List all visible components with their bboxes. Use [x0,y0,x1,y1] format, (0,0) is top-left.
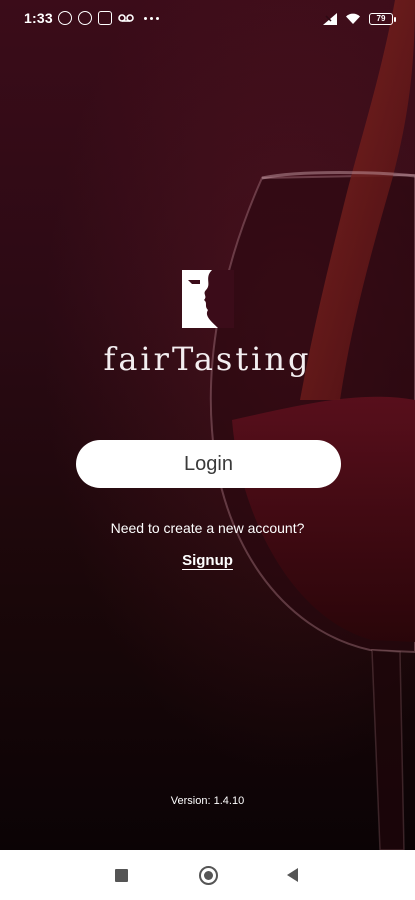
wifi-icon [346,13,360,24]
signup-link-container: Signup [0,552,415,569]
at-icon [78,11,92,25]
home-icon[interactable] [199,866,218,885]
recent-apps-icon[interactable] [115,869,128,882]
status-time: 1:33 [24,10,53,26]
signup-prompt: Need to create a new account? [110,520,305,536]
grid-icon [98,11,112,25]
signal-icon [323,13,337,25]
navigation-bar [0,850,415,900]
status-icons-left [58,9,159,27]
wine-glass-image [209,0,415,850]
login-button[interactable]: Login [76,440,341,488]
fairtasting-logo-icon [182,270,234,328]
notification-off-icon [58,11,72,25]
status-bar: 1:33 79 [0,0,415,38]
more-dots-icon [144,16,159,20]
version-label: Version: 1.4.10 [170,795,245,807]
battery-icon: 79 [369,13,396,25]
voicemail-icon [118,14,134,22]
brand-name: fairTasting [103,340,312,378]
back-icon[interactable] [287,868,298,882]
login-screen: 1:33 79 fairTasting Login Need to create… [0,0,415,900]
status-icons-right: 79 [323,10,396,28]
signup-link[interactable]: Signup [182,552,233,569]
